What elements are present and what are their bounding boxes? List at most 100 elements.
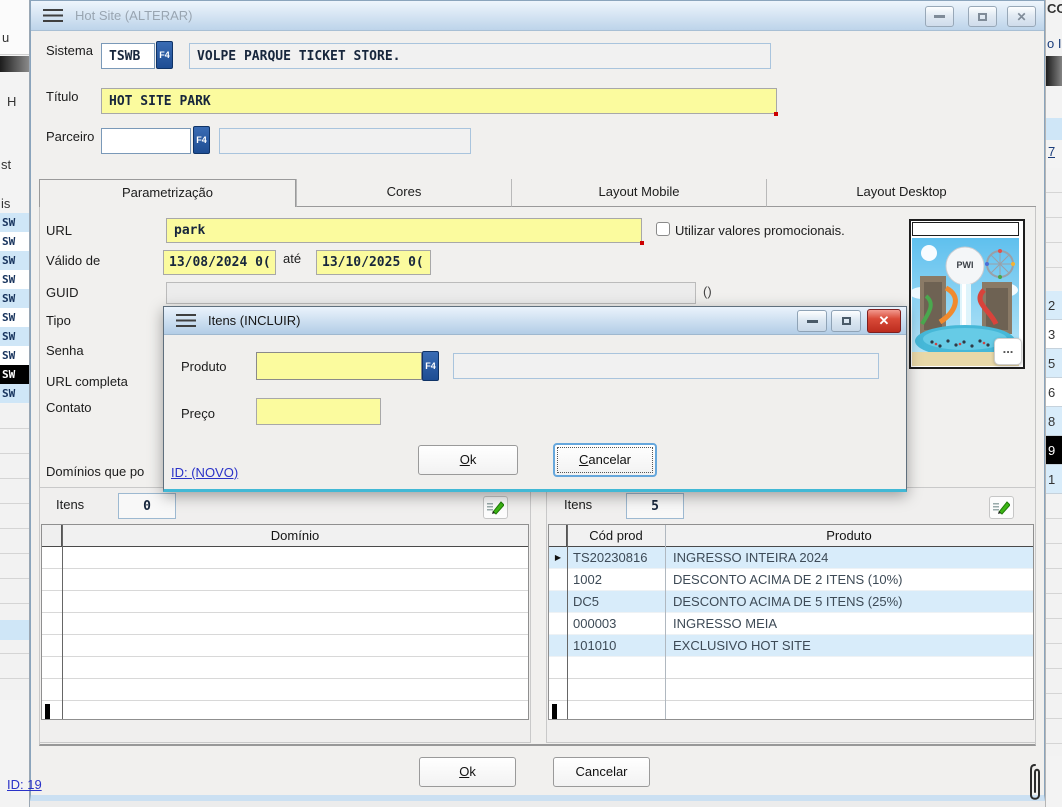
cod-prod-column-header: Cód prod bbox=[567, 528, 665, 543]
valido-ate-input[interactable]: 13/10/2025 0( bbox=[316, 250, 431, 275]
dialog-id-link[interactable]: ID: (NOVO) bbox=[171, 465, 238, 480]
dialog-maximize-button[interactable] bbox=[831, 310, 861, 332]
cod-cell: DC5 bbox=[567, 594, 665, 609]
close-button[interactable]: ✕ bbox=[1007, 6, 1036, 27]
tab-layout-desktop[interactable]: Layout Desktop bbox=[766, 179, 1036, 207]
dialog-ok-button[interactable]: Ok bbox=[418, 445, 518, 475]
required-marker bbox=[774, 112, 778, 116]
image-more-button[interactable]: ... bbox=[994, 338, 1022, 365]
tab-layout-mobile[interactable]: Layout Mobile bbox=[511, 179, 766, 207]
background-grid-row: SW bbox=[0, 384, 29, 403]
dominios-itens-label: Itens bbox=[56, 497, 84, 512]
ate-label: até bbox=[283, 251, 301, 266]
produtos-grid[interactable]: Cód prod Produto ▶ TS20230816 INGRESSO I… bbox=[548, 524, 1034, 720]
dialog-close-button[interactable]: ✕ bbox=[867, 309, 901, 333]
dialog-title-bar[interactable]: Itens (INCLUIR) bbox=[164, 307, 906, 335]
background-toolbar bbox=[0, 0, 29, 55]
menu-hamburger-icon[interactable] bbox=[176, 314, 196, 317]
cod-cell: TS20230816 bbox=[567, 550, 665, 565]
tab-bar: Parametrização Cores Layout Mobile Layou… bbox=[39, 179, 1036, 207]
background-grid-row: SW bbox=[0, 251, 29, 270]
sistema-f4-button[interactable]: F4 bbox=[156, 41, 173, 69]
parceiro-code-input[interactable] bbox=[101, 128, 191, 154]
produto-column-header: Produto bbox=[665, 528, 1033, 543]
background-grid-cell: 1 bbox=[1046, 465, 1062, 494]
svg-text:PWI: PWI bbox=[957, 260, 974, 270]
tipo-label: Tipo bbox=[46, 313, 71, 328]
window-title: Hot Site (ALTERAR) bbox=[75, 8, 193, 23]
background-image-strip bbox=[0, 56, 29, 72]
cod-cell: 000003 bbox=[567, 616, 665, 631]
table-row[interactable]: 1002 DESCONTO ACIMA DE 2 ITENS (10%) bbox=[549, 569, 1033, 591]
minimize-icon bbox=[807, 320, 818, 323]
background-window-right: CO o I 7 2 3 5 6 8 9 1 bbox=[1045, 0, 1062, 807]
maximize-button[interactable] bbox=[968, 6, 997, 27]
grid-cursor bbox=[45, 704, 50, 719]
row-selector-header bbox=[42, 525, 62, 546]
produto-code-input[interactable] bbox=[256, 352, 422, 380]
senha-label: Senha bbox=[46, 343, 84, 358]
dominio-column-header: Domínio bbox=[62, 528, 528, 543]
maximize-icon bbox=[842, 317, 851, 325]
produtos-edit-button[interactable] bbox=[989, 496, 1014, 519]
table-row[interactable]: ▶ TS20230816 INGRESSO INTEIRA 2024 bbox=[549, 547, 1033, 569]
promo-checkbox[interactable] bbox=[656, 222, 670, 236]
background-grid-highlight bbox=[1046, 118, 1062, 140]
parceiro-f4-button[interactable]: F4 bbox=[193, 126, 210, 154]
produto-cell: INGRESSO MEIA bbox=[665, 616, 1033, 631]
background-grid-cell: 2 bbox=[1046, 291, 1062, 320]
background-grid-row: SW bbox=[0, 213, 29, 232]
parceiro-description-field bbox=[219, 128, 471, 154]
titulo-label: Título bbox=[46, 89, 79, 104]
current-row-arrow-icon: ▶ bbox=[549, 553, 567, 562]
table-row[interactable]: 000003 INGRESSO MEIA bbox=[549, 613, 1033, 635]
maximize-icon bbox=[978, 13, 987, 21]
record-id-link[interactable]: ID: 19 bbox=[7, 777, 42, 792]
dialog-title: Itens (INCLUIR) bbox=[208, 313, 300, 328]
cancel-button[interactable]: Cancelar bbox=[553, 757, 650, 787]
grid-divider bbox=[567, 525, 568, 719]
background-grid-cell: 6 bbox=[1046, 378, 1062, 407]
preco-input[interactable] bbox=[256, 398, 381, 425]
background-text: u bbox=[2, 30, 9, 45]
produto-cell: DESCONTO ACIMA DE 5 ITENS (25%) bbox=[665, 594, 1033, 609]
minimize-button[interactable] bbox=[925, 6, 954, 27]
tab-cores[interactable]: Cores bbox=[296, 179, 511, 207]
grid-cursor bbox=[552, 704, 557, 719]
cod-cell: 1002 bbox=[567, 572, 665, 587]
sistema-label: Sistema bbox=[46, 43, 93, 58]
empty-rows bbox=[42, 547, 528, 701]
paperclip-icon[interactable] bbox=[1026, 762, 1044, 804]
close-icon: ✕ bbox=[879, 313, 890, 329]
preco-label: Preço bbox=[181, 406, 215, 421]
dominios-grid[interactable]: Domínio bbox=[41, 524, 529, 720]
menu-hamburger-icon[interactable] bbox=[43, 9, 63, 12]
minimize-icon bbox=[934, 15, 945, 18]
parceiro-label: Parceiro bbox=[46, 129, 94, 144]
background-text: o I bbox=[1047, 36, 1062, 51]
dialog-minimize-button[interactable] bbox=[797, 310, 827, 332]
guid-suffix: () bbox=[703, 284, 712, 299]
table-row[interactable]: DC5 DESCONTO ACIMA DE 5 ITENS (25%) bbox=[549, 591, 1033, 613]
titulo-input[interactable]: HOT SITE PARK bbox=[101, 88, 777, 114]
produto-f4-button[interactable]: F4 bbox=[422, 351, 439, 381]
table-row[interactable]: 101010 EXCLUSIVO HOT SITE bbox=[549, 635, 1033, 657]
image-caption-field bbox=[912, 222, 1019, 236]
ok-button[interactable]: Ok bbox=[419, 757, 516, 787]
background-text: CO bbox=[1047, 1, 1062, 16]
background-text: st bbox=[1, 157, 11, 172]
background-grid-row-selected: SW bbox=[0, 365, 29, 384]
sistema-code-input[interactable]: TSWB bbox=[101, 43, 155, 69]
valido-de-input[interactable]: 13/08/2024 0( bbox=[163, 250, 276, 275]
url-input[interactable]: park bbox=[166, 218, 642, 243]
produto-description-field bbox=[453, 353, 879, 379]
contato-label: Contato bbox=[46, 400, 92, 415]
background-grid-cell: 8 bbox=[1046, 407, 1062, 436]
background-window-left: u H st is SW SW SW SW SW SW SW SW SW SW bbox=[0, 0, 30, 807]
dominios-edit-button[interactable] bbox=[483, 496, 508, 519]
dialog-cancel-button[interactable]: Cancelar bbox=[553, 443, 657, 477]
background-grid-row: SW bbox=[0, 270, 29, 289]
title-bar[interactable]: Hot Site (ALTERAR) bbox=[31, 1, 1044, 31]
tab-parametrizacao[interactable]: Parametrização bbox=[39, 179, 296, 207]
background-image-strip bbox=[1046, 56, 1062, 86]
